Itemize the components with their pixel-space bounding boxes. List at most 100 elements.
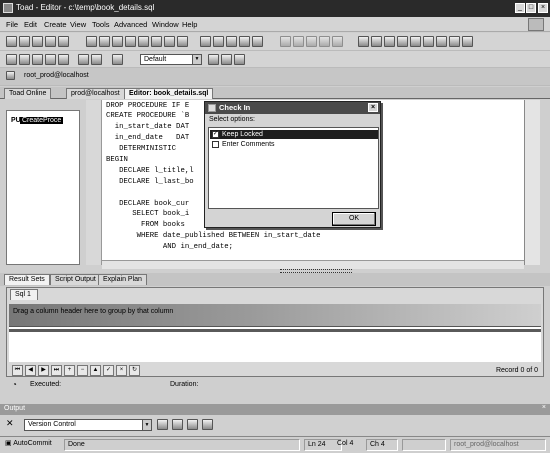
print-icon[interactable] bbox=[45, 36, 56, 47]
chevron-down-icon[interactable]: ▼ bbox=[142, 420, 151, 430]
post-record-button[interactable]: ✓ bbox=[103, 365, 114, 376]
ok-button[interactable]: OK bbox=[332, 212, 376, 226]
bookmark-icon[interactable] bbox=[397, 36, 408, 47]
save-output-icon[interactable] bbox=[202, 419, 213, 430]
tab-result-sets[interactable]: Result Sets bbox=[4, 274, 50, 285]
check-in-icon[interactable] bbox=[32, 54, 43, 65]
new-file-icon[interactable] bbox=[6, 54, 17, 65]
menu-window[interactable]: Window bbox=[152, 20, 179, 29]
table-icon[interactable] bbox=[151, 36, 162, 47]
procedure-editor-icon[interactable] bbox=[112, 36, 123, 47]
autocommit-toggle[interactable]: ▣ AutoCommit bbox=[2, 439, 60, 451]
menu-file[interactable]: File bbox=[6, 20, 18, 29]
options-icon[interactable] bbox=[449, 36, 460, 47]
close-button[interactable]: × bbox=[538, 3, 548, 13]
tab-editor-book-details[interactable]: Editor: book_details.sql bbox=[124, 88, 214, 99]
option-enter-comments[interactable]: Enter Comments bbox=[210, 140, 378, 149]
record-icon[interactable] bbox=[138, 36, 149, 47]
insert-record-button[interactable]: + bbox=[64, 365, 75, 376]
cancel-record-button[interactable]: × bbox=[116, 365, 127, 376]
schema-browser-icon[interactable] bbox=[86, 36, 97, 47]
copy-icon[interactable] bbox=[293, 36, 304, 47]
delete-record-button[interactable]: − bbox=[77, 365, 88, 376]
menu-tools[interactable]: Tools bbox=[92, 20, 110, 29]
explain-icon[interactable] bbox=[112, 54, 123, 65]
compare-icon[interactable] bbox=[164, 36, 175, 47]
replace-icon[interactable] bbox=[371, 36, 382, 47]
first-record-button[interactable]: ⏮ bbox=[12, 365, 23, 376]
output-close-icon[interactable]: × bbox=[542, 404, 546, 411]
profile-combo[interactable]: Default ▼ bbox=[140, 54, 202, 65]
import-icon[interactable] bbox=[200, 36, 211, 47]
check-out-icon[interactable] bbox=[19, 54, 30, 65]
checkbox-enter-comments[interactable] bbox=[212, 141, 219, 148]
menu-edit[interactable]: Edit bbox=[24, 20, 37, 29]
export-icon[interactable] bbox=[213, 36, 224, 47]
help-icon[interactable] bbox=[462, 36, 473, 47]
step-into-icon[interactable] bbox=[221, 54, 232, 65]
tab-prod-localhost[interactable]: prod@localhost bbox=[66, 88, 125, 99]
tab-explain-plan[interactable]: Explain Plan bbox=[98, 274, 147, 285]
menu-help[interactable]: Help bbox=[182, 20, 197, 29]
option-keep-locked[interactable]: ✓ Keep Locked bbox=[210, 130, 378, 139]
tools-icon[interactable] bbox=[125, 36, 136, 47]
anchor-icon[interactable] bbox=[226, 36, 237, 47]
close-output-icon[interactable]: ✕ bbox=[6, 418, 14, 429]
refresh-output-icon[interactable] bbox=[187, 419, 198, 430]
window-icon[interactable] bbox=[436, 36, 447, 47]
refresh-button[interactable]: ↻ bbox=[129, 365, 140, 376]
paste-icon[interactable] bbox=[306, 36, 317, 47]
editor-vertical-scrollbar[interactable] bbox=[524, 100, 540, 265]
menu-advanced[interactable]: Advanced bbox=[114, 20, 147, 29]
editor-horizontal-scrollbar[interactable] bbox=[102, 260, 524, 269]
step-icon[interactable] bbox=[208, 54, 219, 65]
dialog-close-button[interactable]: × bbox=[368, 103, 378, 112]
tree-node-createprocedure[interactable]: CreateProce bbox=[20, 117, 64, 124]
grid-icon[interactable] bbox=[423, 36, 434, 47]
title-bar[interactable]: Toad - Editor - c:\temp\book_details.sql… bbox=[0, 0, 550, 17]
maximize-button[interactable]: □ bbox=[526, 3, 536, 13]
format-icon[interactable] bbox=[410, 36, 421, 47]
find-icon[interactable] bbox=[358, 36, 369, 47]
open-icon[interactable] bbox=[19, 36, 30, 47]
goto-icon[interactable] bbox=[384, 36, 395, 47]
download-icon[interactable] bbox=[252, 36, 263, 47]
code-line: in_start_date DAT bbox=[106, 123, 190, 131]
redo-icon[interactable] bbox=[332, 36, 343, 47]
tab-script-output[interactable]: Script Output bbox=[50, 274, 101, 285]
compile-icon[interactable] bbox=[78, 54, 89, 65]
dialog-title-bar[interactable]: Check In × bbox=[205, 102, 380, 114]
cut-icon[interactable] bbox=[280, 36, 291, 47]
option-label: Keep Locked bbox=[222, 131, 263, 138]
result-grid[interactable] bbox=[9, 326, 541, 362]
object-tree[interactable]: PU CreateProce bbox=[6, 110, 80, 265]
sql-editor-icon[interactable] bbox=[99, 36, 110, 47]
globe-icon[interactable] bbox=[172, 419, 183, 430]
save-icon[interactable] bbox=[32, 36, 43, 47]
checkbox-keep-locked[interactable]: ✓ bbox=[212, 131, 219, 138]
lock-icon[interactable] bbox=[58, 54, 69, 65]
prev-record-button[interactable]: ◀ bbox=[25, 365, 36, 376]
tab-sql-1[interactable]: Sql 1 bbox=[10, 289, 38, 300]
step-out-icon[interactable] bbox=[234, 54, 245, 65]
minimize-button[interactable]: _ bbox=[515, 3, 525, 13]
debug-icon[interactable] bbox=[91, 54, 102, 65]
menu-view[interactable]: View bbox=[70, 20, 86, 29]
clear-output-icon[interactable] bbox=[157, 419, 168, 430]
last-record-button[interactable]: ⏭ bbox=[51, 365, 62, 376]
new-icon[interactable] bbox=[6, 36, 17, 47]
group-by-header[interactable]: Drag a column header here to group by th… bbox=[9, 304, 541, 326]
execute-icon[interactable] bbox=[45, 54, 56, 65]
chevron-down-icon[interactable]: ▼ bbox=[192, 55, 201, 64]
undo-icon[interactable] bbox=[319, 36, 330, 47]
output-source-combo[interactable]: Version Control ▼ bbox=[24, 419, 152, 431]
edit-record-button[interactable]: ▲ bbox=[90, 365, 101, 376]
tab-toad-online[interactable]: Toad Online bbox=[4, 88, 52, 99]
profile-combo-value: Default bbox=[144, 56, 167, 63]
globe-icon[interactable] bbox=[58, 36, 69, 47]
query-builder-icon[interactable] bbox=[177, 36, 188, 47]
connection-label[interactable]: root_prod@localhost bbox=[24, 72, 89, 79]
menu-create[interactable]: Create bbox=[44, 20, 67, 29]
next-record-button[interactable]: ▶ bbox=[38, 365, 49, 376]
upload-icon[interactable] bbox=[239, 36, 250, 47]
